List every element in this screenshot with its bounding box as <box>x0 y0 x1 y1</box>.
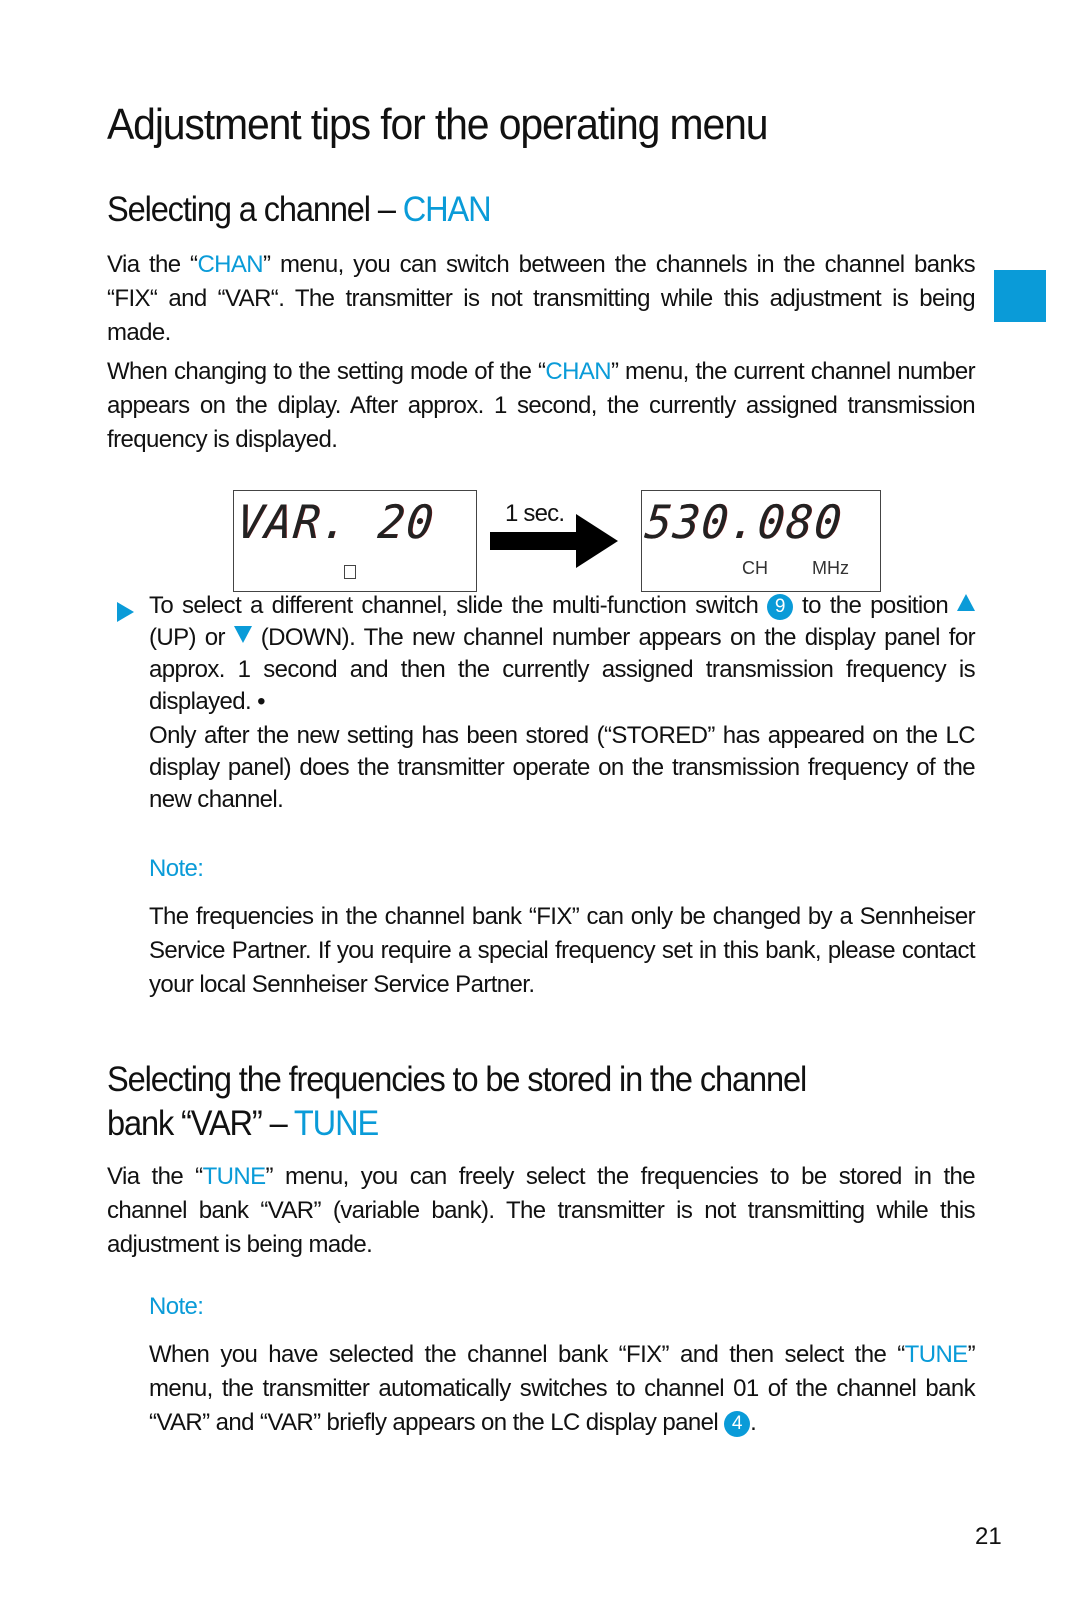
menu-name-chan: CHAN <box>197 251 264 278</box>
section-heading-tune: Selecting the frequencies to be stored i… <box>107 1058 807 1146</box>
heading-accent-chan: CHAN <box>402 190 492 229</box>
lcd-display-frequency: 530.080 CH MHz <box>641 490 881 592</box>
paragraph-chan-setting-mode: When changing to the setting mode of the… <box>107 355 976 457</box>
text: When changing to the setting mode of the… <box>107 358 546 385</box>
step-select-channel: To select a different channel, slide the… <box>149 590 976 718</box>
menu-name-tune: TUNE <box>202 1163 267 1190</box>
lcd-channel-readout: VAR. 20 <box>234 495 438 549</box>
lcd-indicator-square <box>344 565 356 579</box>
text: (UP) or <box>149 624 234 651</box>
lcd-display-channel: VAR. 20 <box>233 490 477 592</box>
switch-number-badge: 9 <box>767 594 794 620</box>
text: Via the “ <box>107 1163 203 1190</box>
page-title: Adjustment tips for the operating menu <box>107 100 769 149</box>
note-text-tune: When you have selected the channel bank … <box>149 1338 976 1440</box>
note-label: Note: <box>149 855 204 882</box>
text: . <box>750 1409 757 1436</box>
menu-name-chan: CHAN <box>545 358 611 385</box>
section-heading-chan: Selecting a channel – CHAN <box>107 188 492 232</box>
right-arrow-icon <box>490 514 618 568</box>
heading-accent-tune: TUNE <box>293 1104 379 1143</box>
note-label: Note: <box>149 1293 204 1320</box>
note-text-fix-bank: The frequencies in the channel bank “FIX… <box>149 903 976 998</box>
page-number: 21 <box>975 1523 1002 1550</box>
up-arrow-icon <box>957 594 975 611</box>
paragraph-tune-intro: Via the “TUNE” menu, you can freely sele… <box>107 1160 976 1262</box>
chapter-tab-marker <box>994 270 1046 322</box>
lcd-label-mhz: MHz <box>812 558 849 578</box>
lcd-label-ch: CH <box>742 558 768 578</box>
step-followup: Only after the new setting has been stor… <box>149 722 976 813</box>
heading-text: Selecting the frequencies to be stored i… <box>107 1060 807 1099</box>
text: (DOWN). The new channel number appears o… <box>149 624 976 715</box>
text: To select a different channel, slide the… <box>149 592 768 619</box>
text: to the position <box>793 592 957 619</box>
step-bullet-icon <box>117 602 134 622</box>
heading-text: bank “VAR” – <box>107 1104 294 1143</box>
panel-number-badge: 4 <box>724 1411 751 1437</box>
text: Via the “ <box>107 251 198 278</box>
paragraph-chan-intro: Via the “CHAN” menu, you can switch betw… <box>107 248 976 350</box>
down-arrow-icon <box>233 626 252 643</box>
text: When you have selected the channel bank … <box>149 1341 905 1368</box>
heading-text: Selecting a channel – <box>107 190 403 229</box>
menu-name-tune: TUNE <box>904 1341 969 1368</box>
lcd-frequency-readout: 530.080 <box>642 495 846 549</box>
